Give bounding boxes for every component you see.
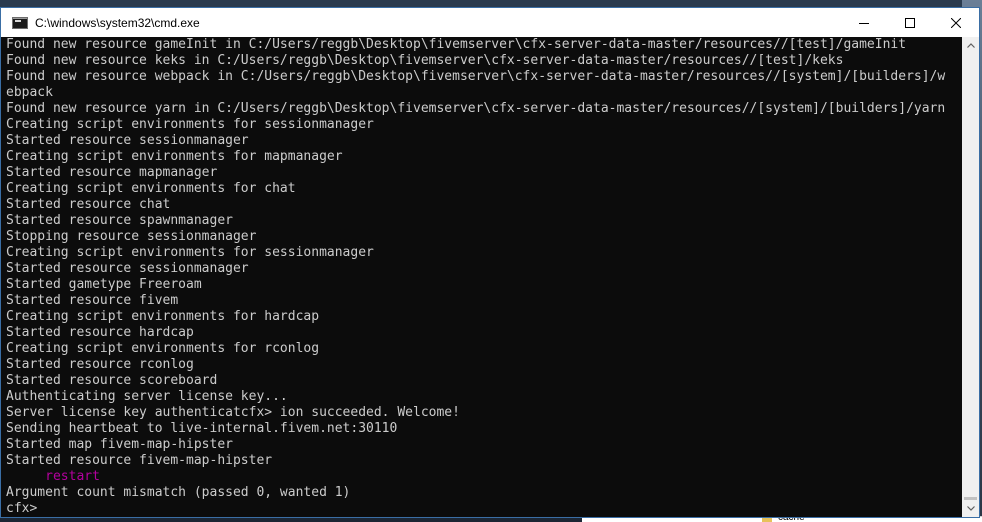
scroll-up-arrow-icon bbox=[966, 43, 975, 48]
console-line: Started resource scoreboard bbox=[6, 373, 218, 388]
maximize-button[interactable] bbox=[887, 8, 933, 37]
close-button[interactable] bbox=[933, 8, 979, 37]
console-line: Argument count mismatch (passed 0, wante… bbox=[6, 485, 351, 500]
console-line: restart bbox=[6, 469, 100, 484]
console-line: Started resource fivem bbox=[6, 293, 179, 308]
desktop-background: cache C:\windows\system32\cmd.exe bbox=[0, 0, 982, 522]
console-line: Creating script environments for session… bbox=[6, 117, 374, 132]
maximize-icon bbox=[905, 17, 915, 28]
console-line: Found new resource yarn in C:/Users/regg… bbox=[6, 101, 946, 116]
window-controls bbox=[841, 8, 979, 37]
console-line: Creating script environments for session… bbox=[6, 245, 374, 260]
minimize-button[interactable] bbox=[841, 8, 887, 37]
console-line: Started resource sessionmanager bbox=[6, 133, 249, 148]
console-line: Server license key authenticatcfx> ion s… bbox=[6, 405, 460, 420]
console-line: Started resource hardcap bbox=[6, 325, 194, 340]
scroll-down-button[interactable] bbox=[962, 500, 979, 517]
console-line: Started resource rconlog bbox=[6, 357, 194, 372]
console-line: Started resource sessionmanager bbox=[6, 261, 249, 276]
window-title: C:\windows\system32\cmd.exe bbox=[35, 15, 200, 30]
close-icon bbox=[951, 17, 961, 28]
console-line: Started map fivem-map-hipster bbox=[6, 437, 233, 452]
console-app-icon[interactable] bbox=[12, 16, 28, 29]
console-line: Started resource chat bbox=[6, 197, 171, 212]
console-line: Started resource mapmanager bbox=[6, 165, 218, 180]
console-line: Authenticating server license key... bbox=[6, 389, 288, 404]
console-line: Found new resource gameInit in C:/Users/… bbox=[6, 37, 907, 52]
console-line: Sending heartbeat to live-internal.fivem… bbox=[6, 421, 398, 436]
cmd-window: C:\windows\system32\cmd.exe Found new re… bbox=[0, 7, 980, 518]
console-line: Found new resource webpack in C:/Users/r… bbox=[6, 69, 946, 84]
console-line: Creating script environments for rconlog bbox=[6, 341, 320, 356]
console-line: Creating script environments for mapmana… bbox=[6, 149, 343, 164]
console-line: Started gametype Freeroam bbox=[6, 277, 202, 292]
minimize-icon bbox=[859, 22, 869, 24]
console-line: Creating script environments for chat bbox=[6, 181, 296, 196]
console-line: Started resource spawnmanager bbox=[6, 213, 233, 228]
console-line: Found new resource keks in C:/Users/regg… bbox=[6, 53, 844, 68]
console-line: ebpack bbox=[6, 85, 53, 100]
console-line: cfx> bbox=[6, 501, 38, 516]
console-line: Stopping resource sessionmanager bbox=[6, 229, 257, 244]
console-line: Started resource fivem-map-hipster bbox=[6, 453, 273, 468]
console-line: Creating script environments for hardcap bbox=[6, 309, 320, 324]
scroll-down-arrow-icon bbox=[966, 506, 975, 511]
title-bar[interactable]: C:\windows\system32\cmd.exe bbox=[1, 8, 979, 37]
vertical-scrollbar[interactable] bbox=[962, 37, 979, 517]
console-output[interactable]: Found new resource gameInit in C:/Users/… bbox=[1, 37, 962, 517]
scroll-up-button[interactable] bbox=[962, 37, 979, 54]
